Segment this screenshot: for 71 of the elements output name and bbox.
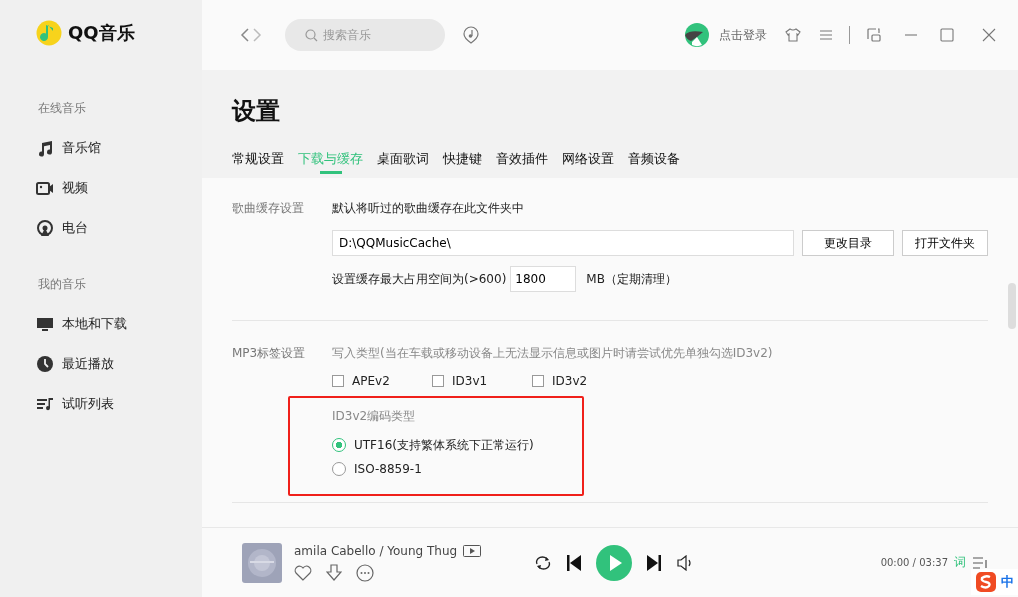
menu-icon[interactable] — [819, 28, 833, 42]
radio-button[interactable] — [332, 462, 346, 476]
mv-icon[interactable] — [463, 544, 482, 557]
close-icon[interactable] — [982, 28, 996, 42]
login-link[interactable]: 点击登录 — [719, 26, 767, 44]
settings-tab[interactable]: 音效插件 — [496, 146, 548, 177]
playlist-icon[interactable] — [972, 555, 988, 570]
sidebar-item[interactable]: 最近播放 — [36, 352, 202, 376]
next-icon[interactable] — [646, 553, 662, 572]
setting-label: MP3标签设置 — [232, 345, 307, 362]
setting-description: 写入类型(当在车载或移动设备上无法显示信息或图片时请尝试优先单独勾选ID3v2) — [332, 345, 774, 362]
checkbox-label: ID3v1 — [452, 374, 488, 388]
pin-icon[interactable] — [463, 26, 479, 44]
monitor-icon — [36, 315, 54, 333]
unit-label: MB（定期清理） — [586, 270, 677, 288]
forward-icon[interactable] — [251, 27, 263, 43]
track-title: amila Cabello / Young Thug — [294, 543, 458, 558]
settings-tab[interactable]: 快捷键 — [443, 146, 482, 177]
settings-tab[interactable]: 常规设置 — [232, 146, 284, 177]
limit-label: 设置缓存最大占用空间为(>600) — [332, 270, 507, 288]
size-field[interactable]: 1800 — [510, 266, 577, 292]
page-title: 设置 — [232, 96, 281, 127]
time-display: 00:00 / 03:37 — [880, 557, 948, 568]
folder-button[interactable]: 更改目录 — [802, 230, 894, 256]
play-icon[interactable] — [596, 544, 632, 581]
sidebar-item[interactable]: 本地和下载 — [36, 312, 202, 336]
radio-button[interactable] — [332, 438, 346, 452]
radio-label: ISO-8859-1 — [354, 462, 422, 476]
search-icon — [305, 29, 318, 42]
volume-icon[interactable] — [676, 554, 694, 571]
settings-tab[interactable]: 桌面歌词 — [377, 146, 429, 177]
checkbox[interactable] — [532, 375, 544, 387]
video-camera-icon — [36, 179, 54, 197]
playlist-icon — [36, 395, 54, 413]
shirt-icon[interactable] — [785, 27, 801, 43]
scrollbar-thumb[interactable] — [1008, 283, 1016, 329]
search-field[interactable]: 搜索音乐 — [285, 19, 445, 51]
checkbox[interactable] — [432, 375, 444, 387]
sidebar-item[interactable]: 电台 — [36, 216, 202, 240]
path-field[interactable]: D:\QQMusicCache\ — [332, 230, 794, 256]
sidebar-item[interactable]: 音乐馆 — [36, 136, 202, 160]
logo-icon — [36, 20, 62, 46]
checkbox-label: APEv2 — [352, 374, 390, 388]
setting-description: 默认将听过的歌曲缓存在此文件夹中 — [332, 200, 525, 217]
folder-button[interactable]: 打开文件夹 — [902, 230, 988, 256]
download-icon[interactable] — [326, 563, 342, 582]
repeat-icon[interactable] — [534, 554, 552, 571]
back-icon[interactable] — [239, 27, 251, 43]
input-method-icon[interactable] — [975, 571, 997, 593]
section-heading: 在线音乐 — [38, 100, 87, 114]
avatar-icon[interactable] — [685, 23, 709, 47]
radio-label: UTF16(支持繁体系统下正常运行) — [354, 436, 534, 454]
input-mode-label[interactable]: 中 — [1001, 573, 1014, 591]
settings-tab[interactable]: 音频设备 — [628, 146, 680, 177]
heart-icon[interactable] — [294, 564, 312, 581]
app-name: QQ音乐 — [68, 21, 135, 45]
group-title: ID3v2编码类型 — [332, 408, 417, 425]
sidebar-item[interactable]: 试听列表 — [36, 392, 202, 416]
radio-icon — [36, 219, 54, 237]
maximize-icon[interactable] — [940, 28, 954, 42]
music-note-icon — [36, 139, 54, 157]
previous-icon[interactable] — [566, 553, 582, 572]
section-heading: 我的音乐 — [38, 276, 87, 290]
checkbox-label: ID3v2 — [552, 374, 588, 388]
more-icon[interactable] — [356, 563, 374, 582]
sidebar-item[interactable]: 视频 — [36, 176, 202, 200]
clock-icon — [36, 355, 54, 373]
setting-label: 歌曲缓存设置 — [232, 200, 305, 217]
mini-mode-icon[interactable] — [866, 27, 882, 43]
settings-tab[interactable]: 网络设置 — [562, 146, 614, 177]
checkbox[interactable] — [332, 375, 344, 387]
